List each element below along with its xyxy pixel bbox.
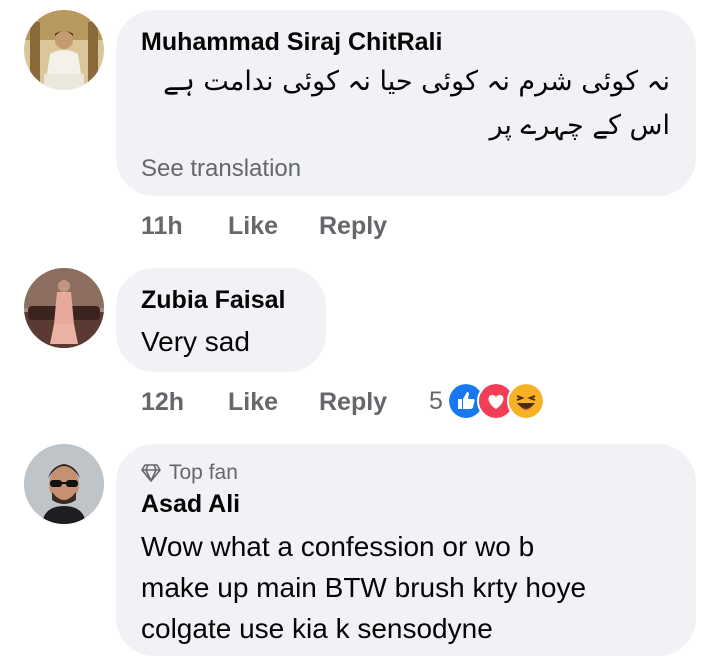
- comment-text-3-line-3: colgate use kia k sensodyne: [141, 613, 493, 644]
- top-fan-badge: Top fan: [141, 461, 238, 485]
- profile-photo-woman-standing: [24, 268, 104, 348]
- avatar-muhammad-siraj[interactable]: [24, 10, 104, 90]
- diamond-icon: [141, 464, 161, 482]
- like-button-1[interactable]: Like: [228, 212, 278, 241]
- comment-text-1-line-2: اس کے چہرے پر: [489, 110, 670, 141]
- reaction-count: 5: [429, 386, 443, 415]
- comment-author-2[interactable]: Zubia Faisal: [141, 286, 285, 315]
- profile-photo-man-sunglasses: [24, 444, 104, 524]
- reaction-summary[interactable]: 5: [429, 382, 545, 420]
- avatar-zubia-faisal[interactable]: [24, 268, 104, 348]
- reply-button-1[interactable]: Reply: [319, 212, 387, 241]
- comment-text-2: Very sad: [141, 326, 250, 357]
- comment-text-1-line-1: نہ کوئی شرم نہ کوئی حیا نہ کوئی ندامت ہے: [163, 66, 670, 97]
- profile-photo-man-seated: [24, 10, 104, 90]
- comment-text-3-line-2: make up main BTW brush krty hoye: [141, 572, 587, 603]
- comment-time-2[interactable]: 12h: [141, 388, 184, 417]
- comment-time-1[interactable]: 11h: [141, 212, 183, 241]
- comment-author-1[interactable]: Muhammad Siraj ChitRali: [141, 28, 442, 57]
- top-fan-label: Top fan: [169, 461, 238, 484]
- reply-button-2[interactable]: Reply: [319, 388, 387, 417]
- see-translation-link[interactable]: See translation: [141, 155, 301, 183]
- avatar-asad-ali[interactable]: [24, 444, 104, 524]
- haha-reaction-icon: [506, 382, 545, 420]
- comment-text-3-line-1: Wow what a confession or wo b: [141, 531, 535, 562]
- comment-author-3[interactable]: Asad Ali: [141, 490, 240, 519]
- like-button-2[interactable]: Like: [228, 388, 278, 417]
